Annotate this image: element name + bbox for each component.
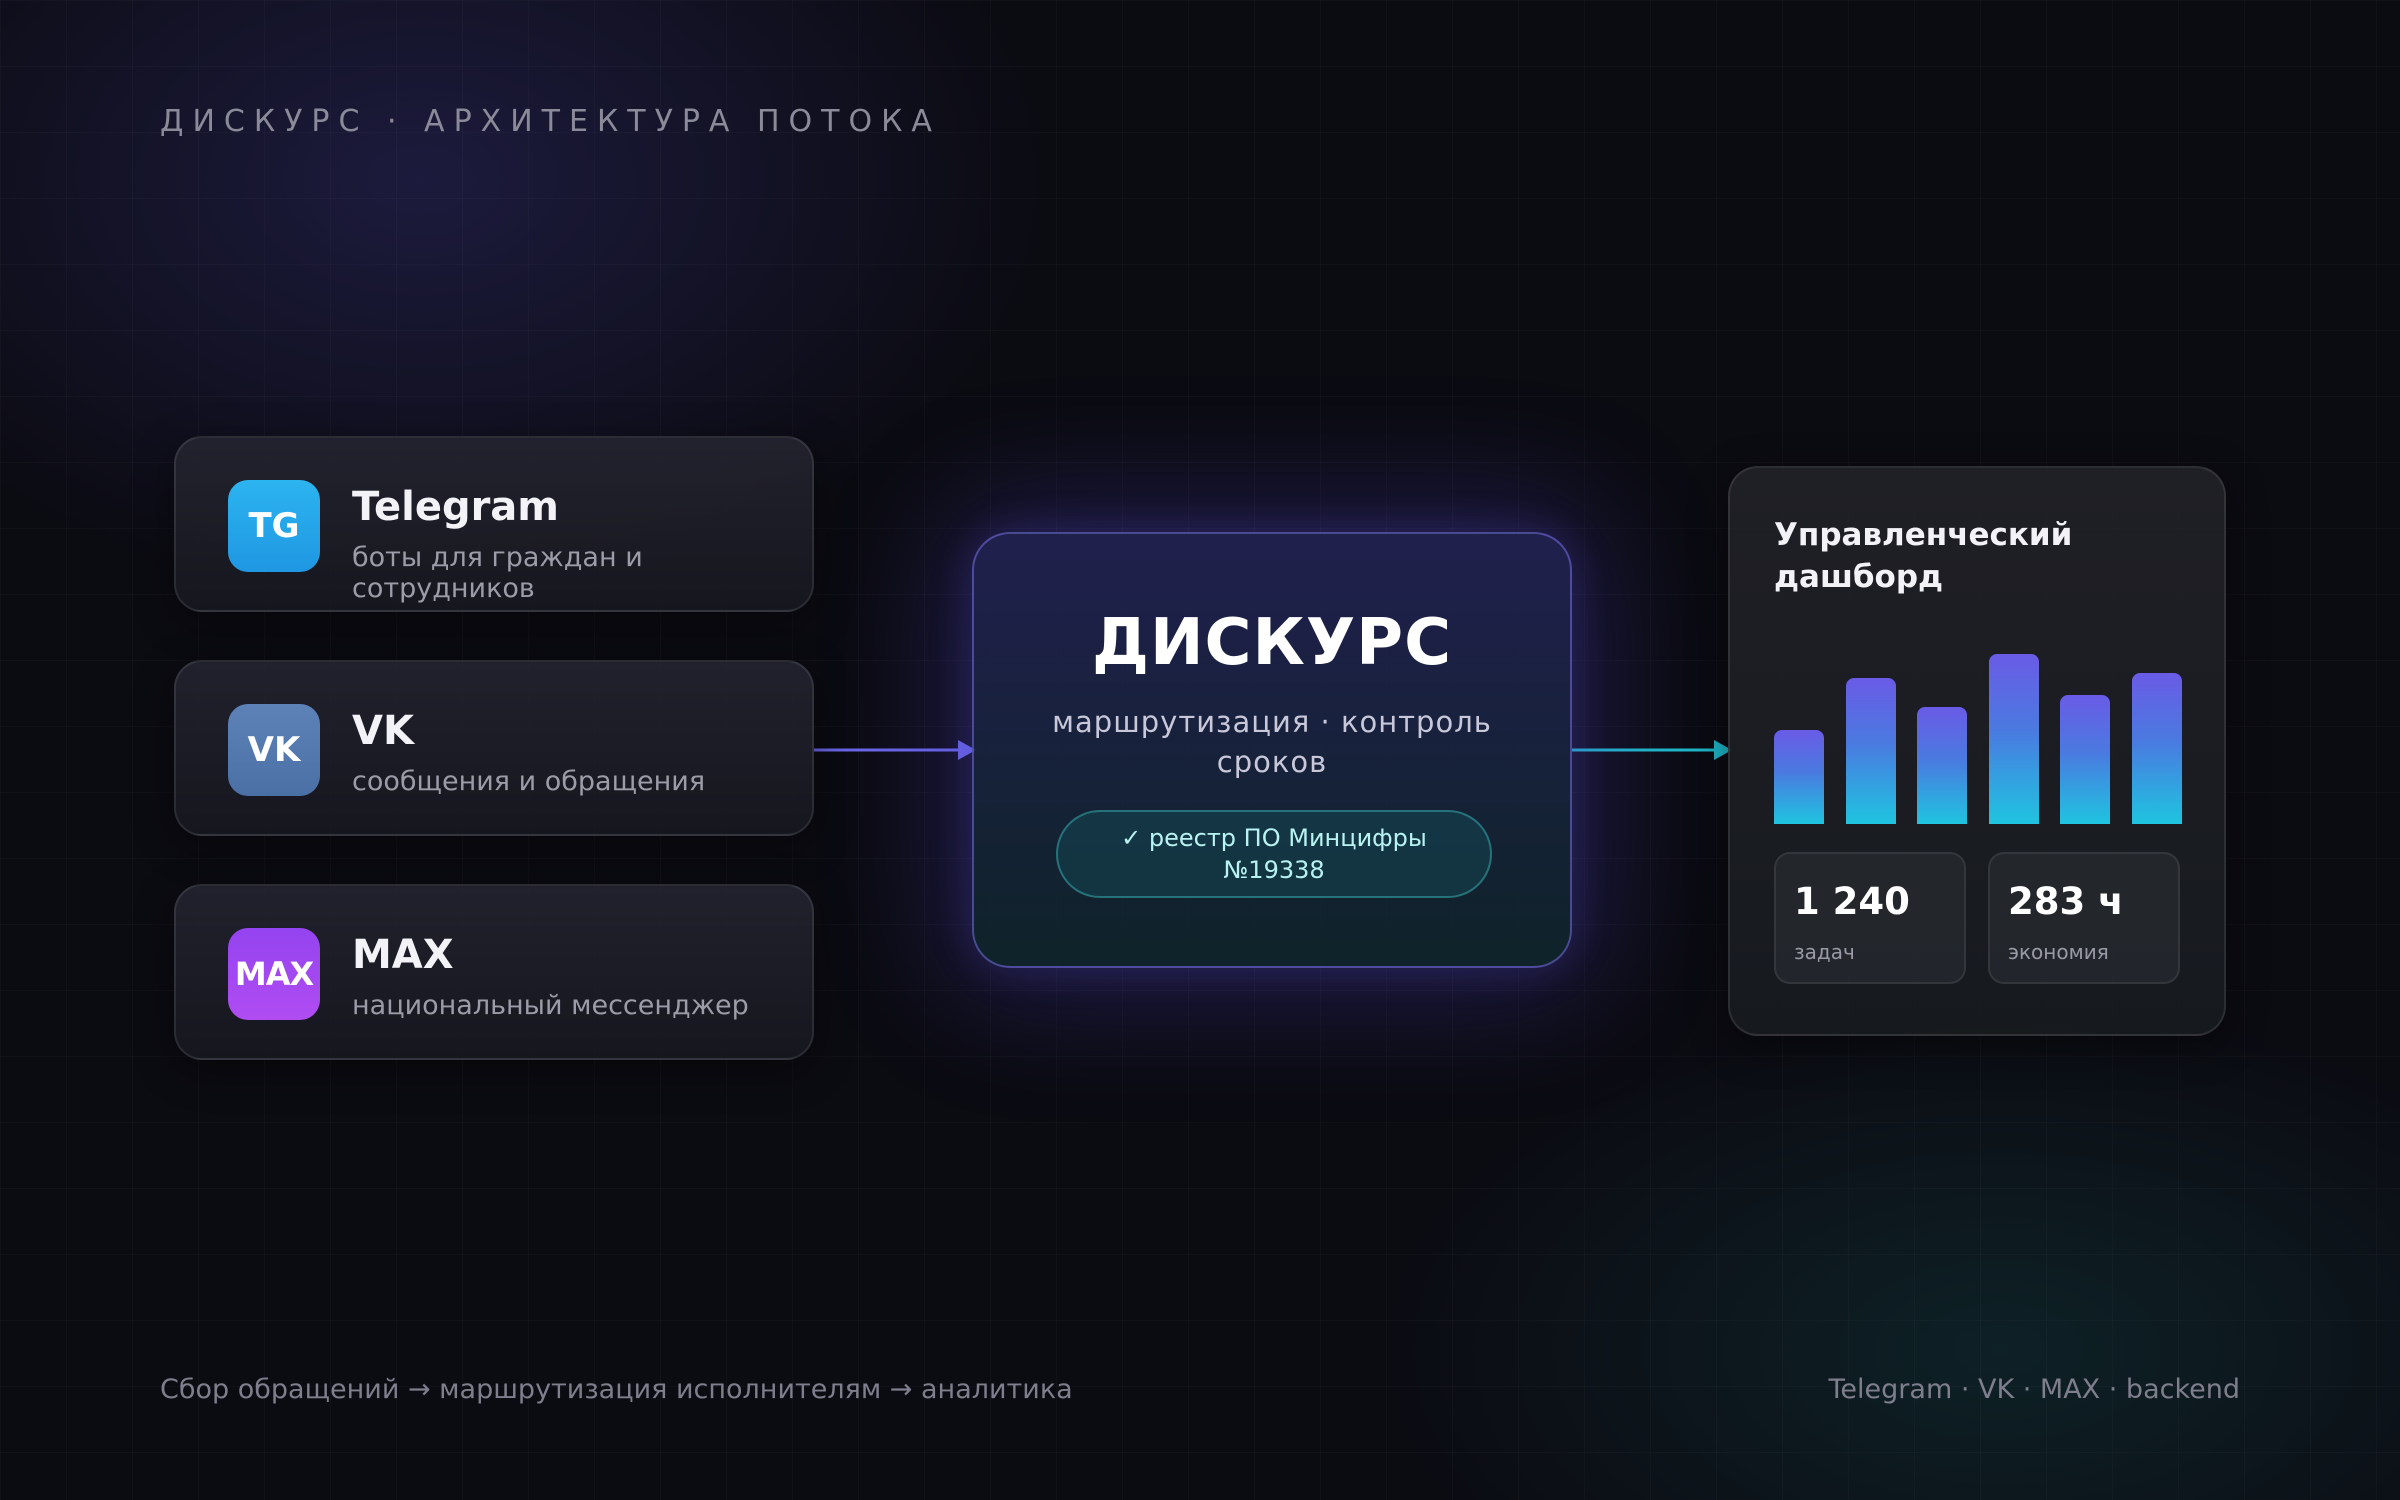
source-subtitle: национальный мессенджер <box>352 990 749 1021</box>
stat-value: 1 240 <box>1794 880 1910 923</box>
stat-tasks: 1 240 задач <box>1774 852 1966 984</box>
core-title: ДИСКУРС <box>1091 606 1453 680</box>
stat-value: 283 ч <box>2008 880 2124 923</box>
footer-flow-caption: Сбор обращений → маршрутизация исполните… <box>160 1374 1073 1405</box>
core-subtitle: маршрутизация · контроль сроков <box>1052 705 1492 779</box>
stat-savings: 283 ч экономия <box>1988 852 2180 984</box>
stat-label: экономия <box>2008 940 2109 964</box>
dashboard-bar-chart <box>1774 646 2182 824</box>
footer-stack-caption: Telegram · VK · MAX · backend <box>1828 1374 2240 1405</box>
source-subtitle: боты для граждан и сотрудников <box>352 542 643 604</box>
source-name: MAX <box>352 932 454 978</box>
dashboard-bar <box>2132 673 2182 824</box>
max-icon: MAX <box>228 928 320 1020</box>
core-card[interactable]: ДИСКУРС маршрутизация · контроль сроков … <box>972 532 1572 968</box>
source-name: Telegram <box>352 484 559 530</box>
dashboard-card[interactable]: Управленческий дашборд 1 240 задач 283 ч… <box>1728 466 2226 1036</box>
source-card-telegram[interactable]: TG Telegram боты для граждан и сотрудник… <box>174 436 814 612</box>
source-card-max[interactable]: MAX MAX национальный мессенджер <box>174 884 814 1060</box>
registry-badge: ✓ реестр ПО Минцифры №19338 <box>1056 810 1492 898</box>
dashboard-bar <box>1989 654 2039 824</box>
stat-label: задач <box>1794 940 1855 964</box>
telegram-icon: TG <box>228 480 320 572</box>
dashboard-bar <box>1846 678 1896 824</box>
dashboard-bar <box>1774 730 1824 824</box>
dashboard-bar <box>2060 695 2110 824</box>
vk-icon: VK <box>228 704 320 796</box>
dashboard-title: Управленческий дашборд <box>1774 517 2073 595</box>
source-name: VK <box>352 708 414 754</box>
source-subtitle: сообщения и обращения <box>352 766 706 797</box>
source-card-vk[interactable]: VK VK сообщения и обращения <box>174 660 814 836</box>
dashboard-bar <box>1917 707 1967 824</box>
